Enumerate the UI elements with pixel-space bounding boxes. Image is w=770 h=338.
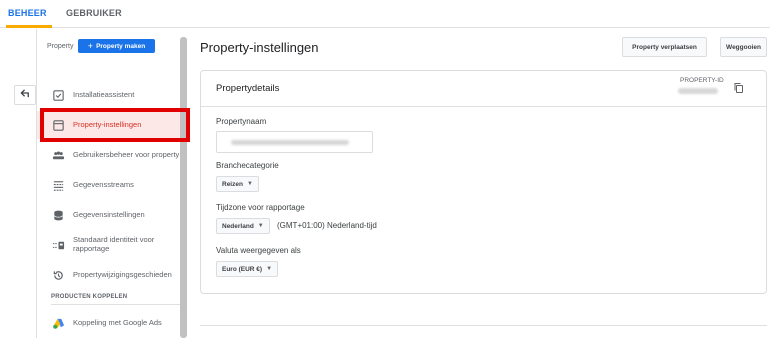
property-name-label: Propertynaam <box>216 117 267 126</box>
move-property-button[interactable]: Property verplaatsen <box>622 37 707 57</box>
property-name-input[interactable] <box>216 131 373 153</box>
history-icon <box>51 268 65 282</box>
copy-icon[interactable] <box>733 81 745 93</box>
sidebar-item-reporting-identity[interactable]: Standaard identiteit voor rapportage <box>37 231 187 259</box>
timezone-value: (GMT+01:00) Nederland-tijd <box>277 221 377 230</box>
timezone-label: Tijdzone voor rapportage <box>216 203 305 212</box>
tab-admin[interactable]: BEHEER <box>8 8 47 18</box>
industry-category-select[interactable]: Reizen ▼ <box>216 176 259 192</box>
timezone-country-select[interactable]: Nederland ▼ <box>216 218 270 234</box>
sidebar-item-setup-assistant[interactable]: Installatieassistent <box>37 81 187 109</box>
checklist-icon <box>51 88 65 102</box>
property-sidebar: Property + Property maken Installatieass… <box>37 29 187 338</box>
timezone-country-value: Nederland <box>222 222 254 230</box>
industry-category-label: Branchecategorie <box>216 161 279 170</box>
section-divider <box>51 304 181 305</box>
caret-down-icon: ▼ <box>257 223 264 229</box>
sidebar-item-label: Koppeling met Google Ads <box>73 317 162 327</box>
trash-button[interactable]: Weggooien <box>720 37 767 57</box>
sidebar-item-user-management[interactable]: Gebruikersbeheer voor property <box>37 141 187 169</box>
currency-label: Valuta weergegeven als <box>216 246 301 255</box>
sidebar-scrollbar[interactable] <box>180 37 187 338</box>
caret-down-icon: ▼ <box>266 266 273 272</box>
sidebar-item-label: Installatieassistent <box>73 89 135 99</box>
tab-user[interactable]: GEBRUIKER <box>66 8 122 18</box>
sidebar-item-label: Gegevensstreams <box>73 179 134 189</box>
back-button[interactable] <box>14 85 36 105</box>
google-ads-icon <box>51 316 65 330</box>
currency-value: Euro (EUR €) <box>222 265 263 273</box>
sidebar-item-label: Property-instellingen <box>73 119 142 129</box>
property-label: Property <box>47 43 74 50</box>
page-title: Property-instellingen <box>200 40 319 55</box>
plus-icon: + <box>87 40 94 51</box>
window-icon <box>51 118 65 132</box>
card-title: Propertydetails <box>216 83 280 94</box>
analytics-admin-app: BEHEER GEBRUIKER Property + Property mak… <box>0 0 770 338</box>
sidebar-item-label: Gebruikersbeheer voor property <box>73 149 180 159</box>
people-icon <box>51 148 65 162</box>
currency-select[interactable]: Euro (EUR €) ▼ <box>216 261 279 277</box>
card-header: Propertydetails PROPERTY-ID <box>201 71 766 107</box>
sidebar-item-change-history[interactable]: Propertywijzigingsgeschieden <box>37 261 187 289</box>
sidebar-item-google-ads-link[interactable]: Koppeling met Google Ads <box>37 309 187 337</box>
database-icon <box>51 208 65 222</box>
sidebar-item-label: Gegevensinstellingen <box>73 209 145 219</box>
left-margin <box>0 29 37 338</box>
sidebar-item-label: Standaard identiteit voor rapportage <box>73 235 155 253</box>
create-property-label: Property maken <box>96 42 146 50</box>
create-property-button[interactable]: + Property maken <box>78 39 155 53</box>
property-id-label: PROPERTY-ID <box>680 77 724 84</box>
sidebar-item-data-streams[interactable]: Gegevensstreams <box>37 171 187 199</box>
top-tab-bar: BEHEER GEBRUIKER <box>0 0 770 28</box>
identity-icon <box>51 238 65 252</box>
content-divider <box>200 325 767 326</box>
property-details-card: Propertydetails PROPERTY-ID Propertynaam… <box>200 70 767 294</box>
property-name-value-redacted <box>231 140 349 145</box>
sidebar-item-label: Propertywijzigingsgeschieden <box>73 269 172 279</box>
caret-down-icon: ▼ <box>246 181 253 187</box>
industry-category-value: Reizen <box>222 180 243 188</box>
active-tab-indicator <box>6 25 52 28</box>
linking-section-title: PRODUCTEN KOPPELEN <box>51 294 128 300</box>
property-id-value-redacted <box>678 88 718 94</box>
sidebar-item-data-settings[interactable]: Gegevensinstellingen <box>37 201 187 229</box>
streams-icon <box>51 178 65 192</box>
back-arrow-icon <box>19 86 31 104</box>
sidebar-item-property-settings[interactable]: Property-instellingen <box>37 111 187 139</box>
